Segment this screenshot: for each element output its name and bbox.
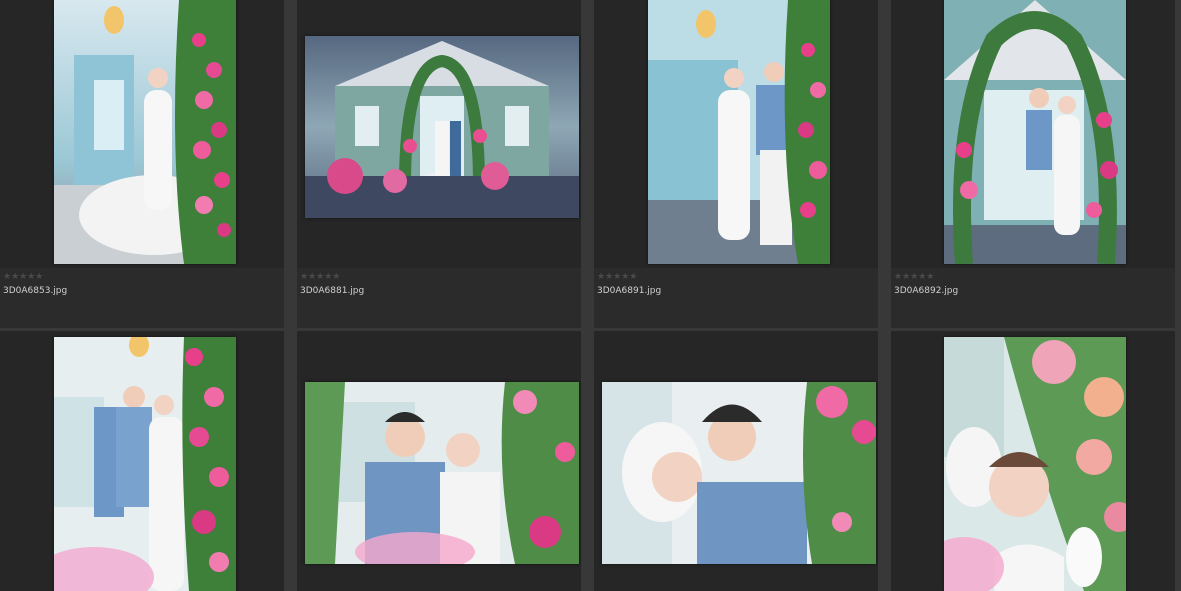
photo-thumbnail[interactable] [54,0,236,264]
filename-label: 3D0A6853.jpg [3,286,68,296]
rating-stars[interactable]: ★★★★★ [300,272,340,282]
filename-label: 3D0A6892.jpg [894,286,959,296]
thumbnail-frame [891,331,1175,591]
thumbnail-cell[interactable]: ★★★★★ 3D0A6881.jpg [297,0,581,328]
thumbnail-cell[interactable]: ★★★★★ 3D0A6853.jpg [0,0,284,328]
thumbnail-cell[interactable] [297,331,581,591]
thumbnail-frame [297,0,581,268]
thumbnail-frame [0,0,284,268]
thumbnail-cell[interactable] [891,331,1175,591]
thumbnail-frame [0,331,284,591]
thumbnail-frame [891,0,1175,268]
thumbnail-frame [594,0,878,268]
photo-thumbnail[interactable] [54,337,236,591]
thumbnail-frame [297,331,581,591]
thumbnail-cell[interactable]: ★★★★★ 3D0A6891.jpg [594,0,878,328]
filename-label: 3D0A6881.jpg [300,286,365,296]
photo-thumbnail[interactable] [305,36,579,218]
photo-thumbnail[interactable] [602,382,876,564]
photo-thumbnail[interactable] [305,382,579,564]
rating-stars[interactable]: ★★★★★ [3,272,43,282]
thumbnail-cell[interactable] [594,331,878,591]
photo-thumbnail[interactable] [944,0,1126,264]
thumbnail-cell[interactable] [0,331,284,591]
thumbnail-frame [594,331,878,591]
rating-stars[interactable]: ★★★★★ [597,272,637,282]
rating-stars[interactable]: ★★★★★ [894,272,934,282]
photo-thumbnail[interactable] [944,337,1126,591]
photo-thumbnail[interactable] [648,0,830,264]
thumbnail-grid: ★★★★★ 3D0A6853.jpg ★★★★★ 3D0A6881.jpg ★★… [0,0,1181,591]
thumbnail-cell[interactable]: ★★★★★ 3D0A6892.jpg [891,0,1175,328]
filename-label: 3D0A6891.jpg [597,286,662,296]
